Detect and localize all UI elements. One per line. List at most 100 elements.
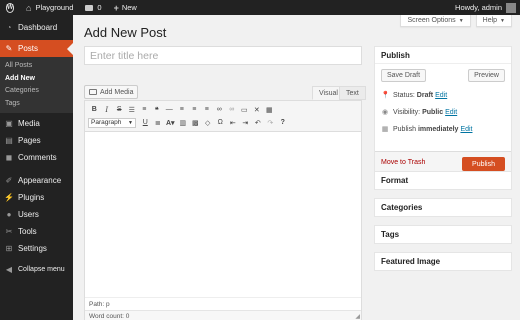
submenu-categories[interactable]: Categories [0, 85, 73, 98]
editor-path: Path: p [85, 297, 361, 310]
sidebar-item-label: Settings [18, 244, 47, 253]
site-name-menu[interactable]: ⌂ Playground [20, 0, 79, 15]
sidebar-item-pages[interactable]: ▤ Pages [0, 132, 73, 149]
comments-icon: ◼ [5, 153, 13, 162]
clear-formatting-icon[interactable]: ◇ [202, 117, 215, 129]
publish-date-row: ▦ Publish immediately Edit [381, 125, 473, 134]
bold-icon[interactable]: B [88, 104, 101, 116]
new-label: New [121, 3, 137, 12]
sidebar-item-label: Posts [18, 44, 39, 53]
sidebar-item-tools[interactable]: ✂ Tools [0, 223, 73, 240]
tags-box-title[interactable]: Tags [375, 226, 511, 243]
submenu-add-new[interactable]: Add New [0, 73, 73, 86]
paste-text-icon[interactable]: ▥ [177, 117, 190, 129]
sidebar-item-label: Collapse menu [18, 266, 65, 273]
comments-menu[interactable]: 0 [79, 0, 107, 15]
wordpress-logo-menu[interactable]: W [0, 0, 20, 15]
redo-icon[interactable]: ↷ [264, 117, 277, 129]
publish-date-edit-link[interactable]: Edit [460, 126, 472, 133]
paste-word-icon[interactable]: ▩ [189, 117, 202, 129]
status-edit-link[interactable]: Edit [435, 92, 447, 99]
account-menu[interactable]: Howdy, admin [449, 0, 520, 15]
add-media-button[interactable]: Add Media [84, 85, 139, 99]
outdent-icon[interactable]: ⇤ [227, 117, 240, 129]
align-center-icon[interactable]: ≡ [188, 104, 201, 116]
special-character-icon[interactable]: Ω [214, 117, 227, 129]
tools-icon: ✂ [5, 227, 13, 236]
sidebar-item-settings[interactable]: ⊞ Settings [0, 240, 73, 257]
collapse-menu-button[interactable]: ◀ Collapse menu [0, 261, 73, 278]
blockquote-icon[interactable]: ❝ [151, 104, 164, 116]
add-media-label: Add Media [100, 88, 134, 96]
strikethrough-icon[interactable]: S [113, 104, 126, 116]
format-select-value: Paragraph [91, 119, 122, 126]
text-color-icon[interactable]: A▾ [164, 117, 177, 129]
submenu-tags[interactable]: Tags [0, 98, 73, 111]
title-placeholder: Enter title here [90, 49, 159, 62]
tab-text[interactable]: Text [339, 86, 366, 100]
post-title-input[interactable]: Enter title here [84, 46, 362, 65]
featured-image-box: Featured Image [374, 252, 512, 271]
publish-date-value: immediately [417, 125, 459, 133]
sidebar-item-dashboard[interactable]: ◔ Dashboard [0, 19, 73, 36]
help-icon[interactable]: ? [277, 117, 290, 129]
new-content-menu[interactable]: + New [108, 0, 143, 15]
featured-image-box-title[interactable]: Featured Image [375, 253, 511, 270]
underline-icon[interactable]: U [139, 117, 152, 129]
move-to-trash-link[interactable]: Move to Trash [381, 159, 425, 166]
format-box: Format [374, 171, 512, 190]
comment-bubble-icon [85, 4, 94, 11]
eye-icon: ◉ [381, 109, 389, 116]
visibility-value: Public [422, 108, 444, 116]
preview-button[interactable]: Preview [468, 69, 505, 82]
align-right-icon[interactable]: ≡ [201, 104, 214, 116]
appearance-icon: ✐ [5, 176, 13, 185]
toolbar-toggle-icon[interactable]: ▦ [263, 104, 276, 116]
fullscreen-icon[interactable]: ✕ [251, 104, 264, 116]
unlink-icon[interactable]: ∞ [226, 104, 239, 116]
sidebar-item-posts[interactable]: ✎ Posts [0, 40, 73, 57]
link-icon[interactable]: ∞ [213, 104, 226, 116]
publish-box-title[interactable]: Publish [375, 47, 511, 64]
italic-icon[interactable]: I [101, 104, 114, 116]
editor-content-area[interactable] [85, 132, 361, 297]
sidebar-item-media[interactable]: ▣ Media [0, 115, 73, 132]
read-more-icon[interactable]: ▭ [238, 104, 251, 116]
justify-icon[interactable]: ≣ [152, 117, 165, 129]
resize-handle-icon[interactable]: ◢ [355, 313, 360, 320]
help-button[interactable]: Help ▼ [475, 15, 512, 27]
numbered-list-icon[interactable]: ≡ [138, 104, 151, 116]
horizontal-line-icon[interactable]: — [163, 104, 176, 116]
sidebar-item-users[interactable]: ● Users [0, 206, 73, 223]
sidebar-item-label: Comments [18, 153, 57, 162]
status-value: Draft [416, 91, 434, 99]
admin-bar: W ⌂ Playground 0 + New Howdy, admin [0, 0, 520, 15]
publish-box: Publish Save Draft Preview 📍 Status: Dra… [374, 46, 512, 176]
sidebar-item-label: Tools [18, 227, 37, 236]
toolbar-row-1: B I S ☰ ≡ ❝ — ≡ ≡ ≡ ∞ ∞ ▭ ✕ ▦ [88, 103, 358, 116]
undo-icon[interactable]: ↶ [252, 117, 265, 129]
format-box-title[interactable]: Format [375, 172, 511, 189]
howdy-text: Howdy, admin [455, 3, 502, 12]
sidebar-item-plugins[interactable]: ⚡ Plugins [0, 189, 73, 206]
submenu-all-posts[interactable]: All Posts [0, 60, 73, 73]
main-content: Screen Options ▼ Help ▼ Add New Post Ent… [73, 15, 520, 320]
pages-icon: ▤ [5, 136, 13, 145]
settings-icon: ⊞ [5, 244, 13, 253]
visibility-edit-link[interactable]: Edit [445, 109, 457, 116]
visibility-label: Visibility: [393, 108, 421, 116]
indent-icon[interactable]: ⇥ [239, 117, 252, 129]
admin-sidebar: ◔ Dashboard ✎ Posts All Posts Add New Ca… [0, 15, 73, 320]
align-left-icon[interactable]: ≡ [176, 104, 189, 116]
screen-options-button[interactable]: Screen Options ▼ [400, 15, 471, 27]
bullet-list-icon[interactable]: ☰ [126, 104, 139, 116]
save-draft-button[interactable]: Save Draft [381, 69, 427, 82]
home-icon: ⌂ [26, 2, 32, 13]
sidebar-item-appearance[interactable]: ✐ Appearance [0, 172, 73, 189]
page-title: Add New Post [84, 25, 167, 40]
sidebar-item-label: Pages [18, 136, 41, 145]
categories-box-title[interactable]: Categories [375, 199, 511, 216]
publish-button[interactable]: Publish [462, 157, 505, 171]
format-select[interactable]: Paragraph ▼ [88, 117, 136, 128]
sidebar-item-comments[interactable]: ◼ Comments [0, 149, 73, 166]
